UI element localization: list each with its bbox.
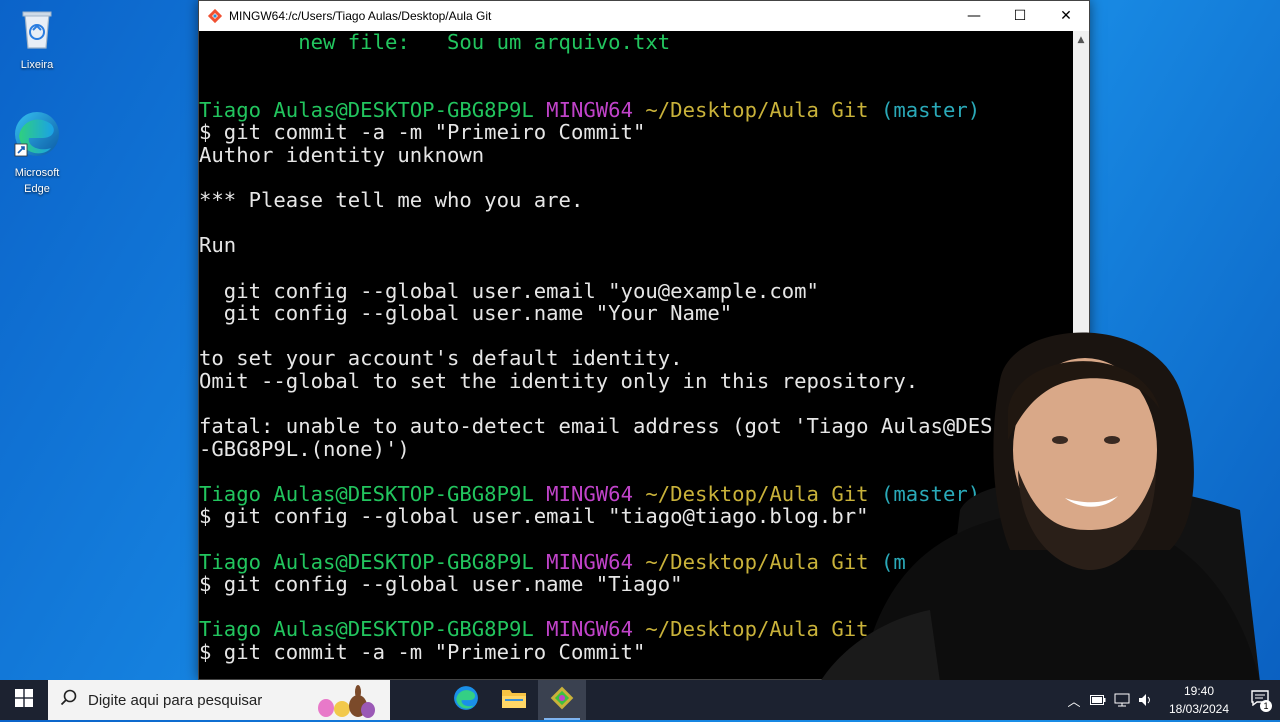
desktop-icon-edge[interactable]: Microsoft Edge [2,110,72,197]
terminal-text-segment: MINGW64 [546,617,646,642]
window-titlebar[interactable]: MINGW64:/c/Users/Tiago Aulas/Desktop/Aul… [199,1,1089,31]
file-explorer-icon [501,687,527,713]
notification-badge: 1 [1260,700,1272,712]
terminal-line: git config --global user.email "you@exam… [199,278,1073,303]
taskbar-clock[interactable]: 19:40 18/03/2024 [1158,682,1240,718]
terminal-text-segment: $ git config --global user.name "Tiago" [199,572,683,597]
terminal-text-segment: *** Please tell me who you are. [199,188,584,213]
desktop-icon-recycle-bin[interactable]: Lixeira [2,6,72,73]
search-placeholder: Digite aqui para pesquisar [88,691,263,709]
git-bash-icon [549,685,575,715]
battery-icon[interactable] [1086,680,1110,720]
start-button[interactable] [0,680,48,720]
terminal-line: Tiago Aulas@DESKTOP-GBG8P9L MINGW64 ~/De… [199,97,1073,122]
terminal-text-segment: (master) [880,97,981,122]
scroll-up-arrow-icon[interactable]: ▲ [1073,31,1089,49]
terminal-text-segment: ~/Desktop/Aula Git [645,97,881,122]
terminal-text-segment: Tiago Aulas@DESKTOP-GBG8P9L [199,97,547,122]
terminal-text-segment: Tiago Aulas@DESKTOP-GBG8P9L [199,617,547,642]
network-icon[interactable] [1110,680,1134,720]
notification-center-button[interactable]: 1 [1240,680,1280,720]
easter-eggs-icon [314,684,384,722]
edge-label: Microsoft Edge [14,167,60,195]
system-tray: ︿ 19:40 18/03/2024 1 [1062,680,1280,720]
terminal-text-segment: git config --global user.email "you@exam… [199,278,819,303]
terminal-text-segment: MINGW64 [546,481,646,506]
terminal-text-segment: Tiago Aulas@DESKTOP-GBG8P9L [199,481,547,506]
terminal-text-segment: MINGW64 [546,549,646,574]
terminal-text-segment: $ git config --global user.email "tiago@… [199,504,869,529]
edge-icon [453,685,479,715]
taskbar: Digite aqui para pesquisar ︿ 19:40 18/03… [0,680,1280,720]
search-icon [60,689,78,711]
webcam-overlay [820,320,1280,682]
terminal-line: new file: Sou um arquivo.txt [199,31,1073,54]
recycle-bin-icon [2,6,72,55]
taskbar-search-box[interactable]: Digite aqui para pesquisar [48,680,390,720]
terminal-line: Run [199,234,1073,257]
maximize-button[interactable]: ☐ [997,1,1043,31]
minimize-button[interactable]: — [951,1,997,31]
window-title: MINGW64:/c/Users/Tiago Aulas/Desktop/Aul… [229,9,492,23]
terminal-text-segment: $ git commit -a -m "Primeiro Commit" [199,120,646,145]
windows-logo-icon [15,689,33,711]
terminal-text-segment: Run [199,233,237,258]
close-button[interactable]: ✕ [1043,1,1089,31]
terminal-text-segment: git config --global user.name "Your Name… [199,301,733,326]
terminal-text-segment: Tiago Aulas@DESKTOP-GBG8P9L [199,549,547,574]
volume-icon[interactable] [1134,680,1158,720]
terminal-text-segment: to set your account's default identity. [199,346,683,371]
terminal-text-segment: new file: Sou um arquivo.txt [199,31,671,54]
edge-icon [2,110,72,163]
terminal-text-segment: $ git commit -a -m "Primeiro Commit" [199,640,646,665]
recycle-bin-label: Lixeira [20,59,54,71]
terminal-line: $ git commit -a -m "Primeiro Commit" [199,121,1073,144]
terminal-line: Author identity unknown [199,144,1073,167]
chevron-up-icon[interactable]: ︿ [1062,680,1086,720]
terminal-text-segment: MINGW64 [546,97,646,122]
git-bash-icon [207,8,223,24]
clock-date: 18/03/2024 [1168,702,1230,716]
taskbar-edge-button[interactable] [442,680,490,720]
terminal-line: *** Please tell me who you are. [199,189,1073,212]
terminal-text-segment: -GBG8P9L.(none)') [199,436,410,461]
terminal-text-segment: Omit --global to set the identity only i… [199,368,919,393]
terminal-text-segment: Author identity unknown [199,142,485,167]
taskbar-file-explorer-button[interactable] [490,680,538,720]
taskbar-git-bash-button[interactable] [538,680,586,720]
clock-time: 19:40 [1183,684,1215,698]
